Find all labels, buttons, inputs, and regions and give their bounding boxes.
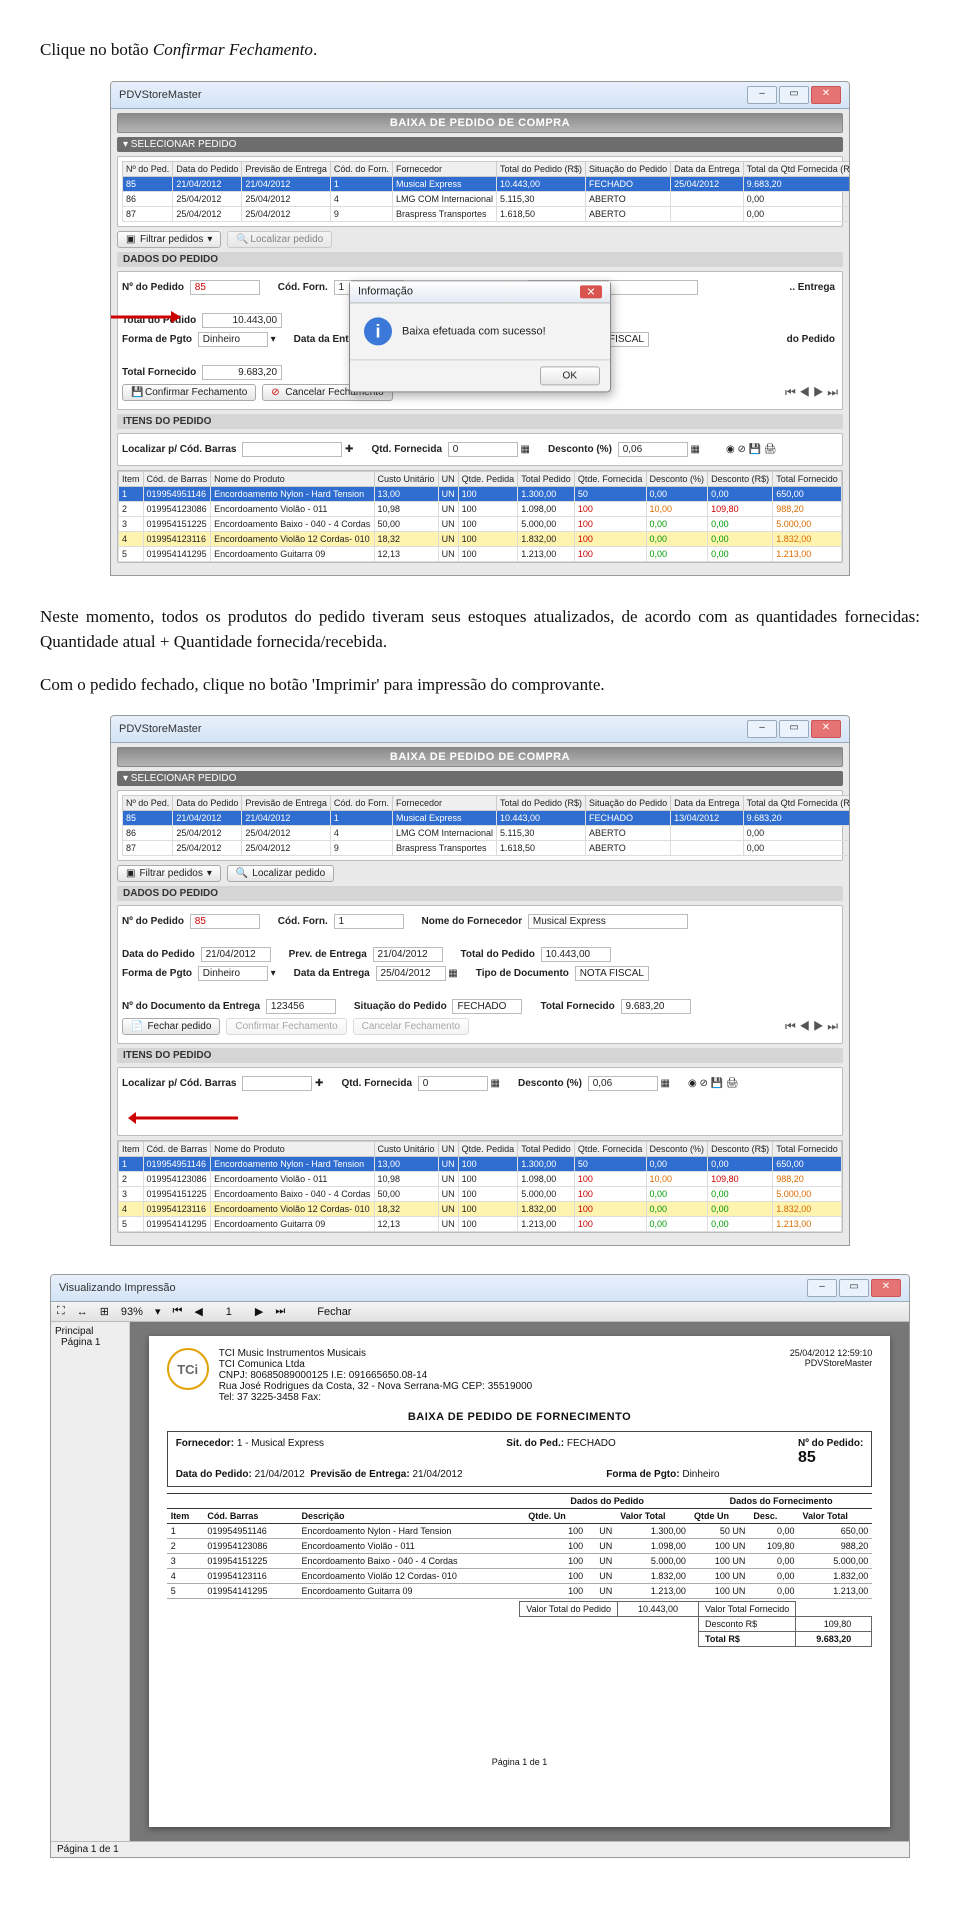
preview-window-title: Visualizando Impressão: [59, 1282, 176, 1294]
company-logo: TCi: [167, 1348, 209, 1390]
dialog-message: Baixa efetuada com sucesso!: [402, 325, 546, 337]
callout-arrow: [110, 307, 161, 327]
record-nav[interactable]: ⏮ ◀ ▶ ⏭: [785, 1019, 838, 1034]
filter-orders-button[interactable]: ▣Filtrar pedidos ▾: [117, 231, 221, 248]
preview-toolbar[interactable]: ⛶ ↔ ⊞ 93% ▾ ⏮ ◀ 1 ▶ ⏭ Fechar: [51, 1302, 909, 1322]
barcode-search-input[interactable]: [242, 442, 342, 457]
zoom-width-icon[interactable]: ↔: [77, 1306, 88, 1318]
window-titlebar: PDVStoreMaster – ▭ ✕: [111, 716, 849, 743]
section-select-order[interactable]: ▾ SELECIONAR PEDIDO: [117, 137, 843, 152]
screenshot-print-preview: Visualizando Impressão – ▭ ✕ ⛶ ↔ ⊞ 93% ▾…: [50, 1274, 910, 1858]
next-page-icon[interactable]: ▶: [255, 1305, 263, 1318]
qty-input[interactable]: 0: [448, 442, 518, 457]
app-title: PDVStoreMaster: [119, 89, 202, 101]
payment-field[interactable]: Dinheiro: [198, 332, 268, 347]
locate-order-button[interactable]: 🔍Localizar pedido: [227, 231, 332, 248]
close-preview-button[interactable]: Fechar: [317, 1306, 351, 1318]
filter-orders-button[interactable]: ▣ Filtrar pedidos ▾: [117, 865, 221, 882]
close-order-button[interactable]: 📄 Fechar pedido: [122, 1018, 220, 1035]
dialog-close-button[interactable]: ✕: [580, 285, 602, 298]
item-toolbar-icons[interactable]: ◉ ⊘ 💾 🖨: [688, 1078, 739, 1089]
screenshot-confirm-dialog: PDVStoreMaster – ▭ ✕ BAIXA DE PEDIDO DE …: [110, 81, 850, 576]
screen-title: BAIXA DE PEDIDO DE COMPRA: [117, 113, 843, 133]
section-items: ITENS DO PEDIDO: [117, 1048, 843, 1063]
discount-input[interactable]: 0,06: [618, 442, 688, 457]
confirm-close-button[interactable]: 💾Confirmar Fechamento: [122, 384, 256, 401]
total-field: 10.443,00: [202, 313, 282, 328]
orders-grid-panel: Nº do Ped.Data do PedidoPrevisão de Entr…: [117, 156, 843, 227]
print-icon[interactable]: 🖨: [726, 1078, 739, 1089]
maximize-button[interactable]: ▭: [779, 720, 809, 738]
cancel-close-button[interactable]: Cancelar Fechamento: [353, 1018, 469, 1035]
paragraph: Clique no botão Confirmar Fechamento.: [40, 37, 920, 63]
close-button[interactable]: ✕: [871, 1279, 901, 1297]
item-toolbar-icons[interactable]: ◉ ⊘ 💾 🖨: [726, 444, 777, 455]
cancel-icon: ⊘: [271, 387, 281, 397]
save-icon: 💾: [131, 387, 141, 397]
locate-order-button[interactable]: 🔍Localizar pedido: [227, 865, 334, 882]
search-icon: 🔍: [236, 234, 246, 244]
status-bar: Página 1 de 1: [51, 1841, 909, 1857]
screen-title: BAIXA DE PEDIDO DE COMPRA: [117, 747, 843, 767]
thumbnail-panel[interactable]: Principal Página 1: [51, 1322, 130, 1841]
window-titlebar: PDVStoreMaster – ▭ ✕: [111, 82, 849, 109]
report-table: Dados do PedidoDados do FornecimentoItem…: [167, 1493, 873, 1599]
total-supplied-field: 9.683,20: [202, 365, 282, 380]
paragraph: Com o pedido fechado, clique no botão 'I…: [40, 672, 920, 698]
items-table[interactable]: ItemCód. de BarrasNome do ProdutoCusto U…: [118, 471, 842, 562]
orders-table[interactable]: Nº do Ped.Data do PedidoPrevisão de Entr…: [122, 161, 850, 222]
record-nav[interactable]: ⏮ ◀ ▶ ⏭: [785, 385, 838, 400]
section-order-data: DADOS DO PEDIDO: [117, 886, 843, 901]
minimize-button[interactable]: –: [807, 1279, 837, 1297]
order-number-field: 85: [190, 280, 260, 295]
section-order-data: DADOS DO PEDIDO: [117, 252, 843, 267]
dialog-ok-button[interactable]: OK: [540, 366, 600, 385]
callout-arrow: [128, 1109, 248, 1127]
items-table[interactable]: ItemCód. de BarrasNome do ProdutoCusto U…: [118, 1141, 842, 1232]
info-icon: i: [364, 317, 392, 345]
minimize-button[interactable]: –: [747, 86, 777, 104]
paragraph: Neste momento, todos os produtos do pedi…: [40, 604, 920, 655]
confirm-close-button[interactable]: Confirmar Fechamento: [226, 1018, 346, 1035]
orders-table[interactable]: Nº do Ped.Data do PedidoPrevisão de Entr…: [122, 795, 850, 856]
close-button[interactable]: ✕: [811, 720, 841, 738]
maximize-button[interactable]: ▭: [779, 86, 809, 104]
filter-icon: ▣: [126, 234, 136, 244]
close-button[interactable]: ✕: [811, 86, 841, 104]
zoom-fit-icon[interactable]: ⛶: [57, 1305, 65, 1318]
report-page: TCi TCI Music Instrumentos Musicais TCI …: [149, 1336, 891, 1827]
zoom-value[interactable]: 93%: [121, 1306, 143, 1318]
prev-page-icon[interactable]: ◀: [194, 1305, 202, 1318]
first-page-icon[interactable]: ⏮: [172, 1305, 182, 1318]
last-page-icon[interactable]: ⏭: [275, 1305, 285, 1318]
section-items: ITENS DO PEDIDO: [117, 414, 843, 429]
screenshot-after-close: PDVStoreMaster – ▭ ✕ BAIXA DE PEDIDO DE …: [110, 715, 850, 1246]
section-select-order[interactable]: ▾ SELECIONAR PEDIDO: [117, 771, 843, 786]
dialog-title: Informação: [358, 285, 413, 297]
info-dialog: Informação ✕ i Baixa efetuada com sucesso!…: [349, 280, 611, 392]
close-order-icon: 📄: [131, 1021, 143, 1032]
minimize-button[interactable]: –: [747, 720, 777, 738]
page-number-input[interactable]: 1: [215, 1306, 243, 1318]
filter-icon: ▣: [126, 868, 135, 879]
maximize-button[interactable]: ▭: [839, 1279, 869, 1297]
search-icon: 🔍: [236, 868, 248, 879]
zoom-100-icon[interactable]: ⊞: [100, 1305, 109, 1318]
report-title: BAIXA DE PEDIDO DE FORNECIMENTO: [167, 1411, 873, 1423]
